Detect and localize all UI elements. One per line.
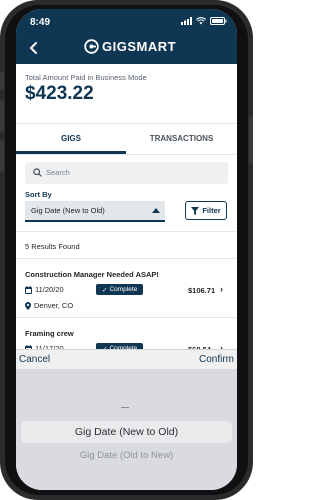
power-button xyxy=(249,116,253,164)
wifi-icon xyxy=(196,17,206,25)
sort-picker-wheel[interactable]: Gig Date (New to Old) Gig Date (Old to N… xyxy=(16,369,237,490)
cancel-button[interactable]: Cancel xyxy=(19,354,50,365)
app-header: 8:49 GIGSMART xyxy=(16,9,237,64)
status-icons xyxy=(181,17,227,25)
brand-name: GIGSMART xyxy=(102,39,177,54)
amount-value: $423.22 xyxy=(25,83,94,104)
search-placeholder: Search xyxy=(46,168,70,177)
search-input[interactable]: Search xyxy=(25,162,228,184)
sort-select[interactable]: Gig Date (New to Old) xyxy=(25,201,165,222)
tab-bar: GIGS TRANSACTIONS xyxy=(16,123,237,155)
status-badge: ✓ Complete xyxy=(96,284,144,295)
signal-icon xyxy=(181,17,192,25)
status-time: 8:49 xyxy=(30,17,51,28)
picker-option-selected[interactable]: Gig Date (New to Old) xyxy=(21,421,232,443)
filter-label: Filter xyxy=(202,206,221,215)
app-screen: 8:49 GIGSMART Total Amount Paid in Busin… xyxy=(16,9,237,490)
picker-divider xyxy=(121,407,129,408)
gigsmart-logo-icon xyxy=(84,39,99,54)
volume-down-button xyxy=(0,140,4,172)
check-icon: ✓ xyxy=(102,286,108,294)
gig-price: $106.71 xyxy=(188,286,216,295)
active-tab-indicator xyxy=(16,151,126,154)
sort-by-label: Sort By xyxy=(25,190,52,199)
gig-title: Framing crew xyxy=(25,329,74,338)
chevron-right-icon: › xyxy=(220,284,223,294)
filter-icon xyxy=(191,206,200,215)
gig-location: Denver, CO xyxy=(34,301,74,310)
search-icon xyxy=(33,168,42,177)
battery-icon xyxy=(210,17,227,25)
tab-transactions[interactable]: TRANSACTIONS xyxy=(126,124,237,154)
confirm-button[interactable]: Confirm xyxy=(199,354,234,365)
status-badge-label: Complete xyxy=(109,286,138,293)
divider xyxy=(16,317,237,318)
phone-frame: 8:49 GIGSMART Total Amount Paid in Busin… xyxy=(0,0,253,500)
divider xyxy=(16,231,237,232)
gig-title: Construction Manager Needed ASAP! xyxy=(25,270,159,279)
picker-option[interactable]: Gig Date (Old to New) xyxy=(21,450,232,461)
volume-up-button xyxy=(0,100,4,132)
amount-label: Total Amount Paid in Business Mode xyxy=(25,73,147,82)
filter-button[interactable]: Filter xyxy=(185,201,227,220)
gig-location-row: Denver, CO xyxy=(25,301,73,310)
gig-date: 11/20/20 xyxy=(35,285,64,294)
results-count: 5 Results Found xyxy=(25,242,80,251)
location-pin-icon xyxy=(25,301,31,310)
divider xyxy=(16,258,237,259)
mute-switch xyxy=(0,72,4,90)
gigsmart-logo: GIGSMART xyxy=(84,39,176,54)
caret-up-icon xyxy=(152,208,160,213)
sort-select-value: Gig Date (New to Old) xyxy=(31,206,105,215)
calendar-icon xyxy=(25,285,32,294)
picker-toolbar: Cancel Confirm xyxy=(16,349,237,370)
tab-gigs[interactable]: GIGS xyxy=(16,124,126,154)
gig-date-row: 11/20/20 xyxy=(25,285,64,294)
back-arrow-icon[interactable] xyxy=(26,40,42,56)
